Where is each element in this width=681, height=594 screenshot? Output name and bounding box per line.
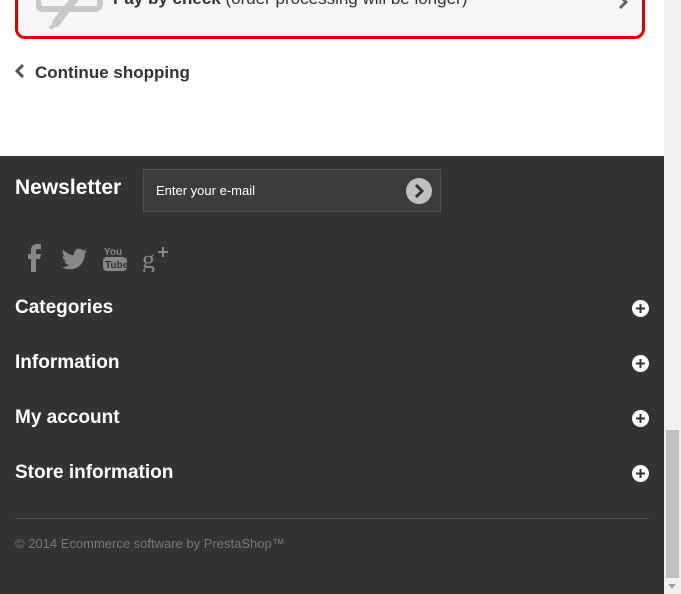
plus-icon — [632, 409, 649, 427]
svg-text:g: g — [142, 245, 155, 272]
copyright-text: © 2014 Ecommerce software by PrestaShop™ — [15, 536, 285, 551]
newsletter-form — [143, 169, 441, 212]
google-plus-icon[interactable]: g — [142, 244, 168, 274]
youtube-icon[interactable]: You Tube — [102, 244, 129, 272]
footer-section-categories[interactable]: Categories — [15, 293, 649, 323]
pay-option-title: Pay by check — [113, 0, 221, 8]
vertical-scrollbar[interactable] — [664, 0, 681, 594]
pay-by-check-option[interactable]: Pay by check (order processing will be l… — [15, 0, 645, 39]
twitter-icon[interactable] — [62, 244, 88, 272]
section-title: Information — [15, 352, 120, 373]
continue-shopping-link[interactable]: Continue shopping — [14, 62, 190, 84]
newsletter-title: Newsletter — [15, 176, 122, 199]
check-pen-icon — [35, 0, 106, 34]
scroll-down-arrow-icon[interactable] — [668, 584, 676, 589]
chevron-right-icon — [618, 0, 629, 14]
pay-option-subtitle: (order processing will be longer) — [225, 0, 467, 8]
chevron-left-icon — [14, 63, 25, 83]
svg-text:Tube: Tube — [105, 260, 128, 271]
arrow-right-icon — [414, 184, 425, 198]
plus-icon — [632, 464, 649, 482]
footer-divider — [15, 518, 649, 519]
pay-option-label: Pay by check (order processing will be l… — [113, 0, 467, 9]
site-footer: Newsletter You Tube g Categories — [0, 156, 664, 594]
plus-icon — [632, 354, 649, 372]
footer-section-information[interactable]: Information — [15, 348, 649, 378]
footer-section-store-information[interactable]: Store information — [15, 458, 649, 488]
footer-section-my-account[interactable]: My account — [15, 403, 649, 433]
social-links: You Tube g — [22, 244, 168, 274]
plus-icon — [632, 299, 649, 317]
section-title: Categories — [15, 297, 114, 318]
newsletter-email-input[interactable] — [144, 170, 406, 211]
continue-shopping-label: Continue shopping — [35, 63, 190, 82]
svg-text:You: You — [104, 247, 122, 258]
section-title: Store information — [15, 462, 174, 483]
facebook-icon[interactable] — [22, 244, 48, 272]
scrollbar-thumb[interactable] — [666, 430, 679, 578]
newsletter-submit-button[interactable] — [406, 178, 432, 204]
section-title: My account — [15, 407, 120, 428]
